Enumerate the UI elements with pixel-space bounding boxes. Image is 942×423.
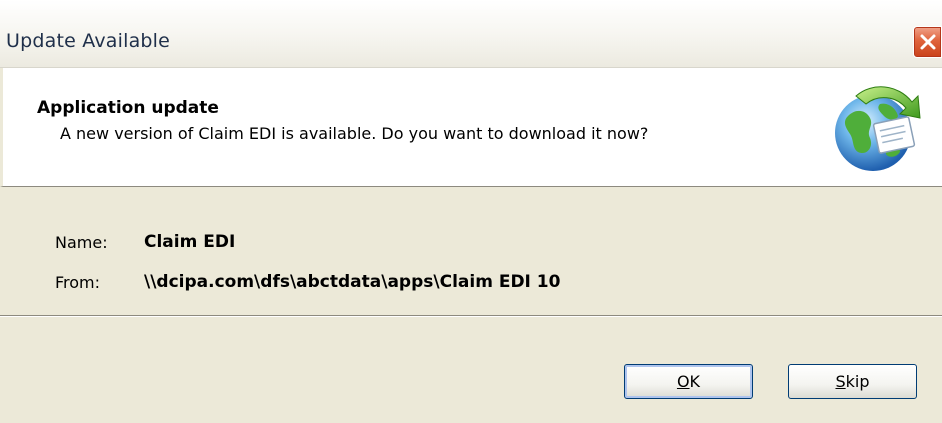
header-title: Application update	[37, 98, 219, 118]
ok-button[interactable]: OK	[624, 364, 753, 399]
name-value: Claim EDI	[144, 232, 236, 252]
close-button[interactable]	[913, 26, 942, 58]
skip-button[interactable]: Skip	[788, 364, 917, 399]
close-icon	[920, 34, 936, 50]
header-description: A new version of Claim EDI is available.…	[60, 124, 649, 143]
ok-mnemonic: O	[676, 372, 690, 391]
name-label: Name:	[55, 233, 108, 252]
skip-mnemonic: S	[835, 372, 846, 391]
update-dialog: Update Available Application update A ne…	[0, 0, 942, 423]
title-bar[interactable]: Update Available	[0, 0, 942, 68]
globe-update-icon	[826, 78, 926, 178]
ok-label-rest: K	[689, 372, 701, 391]
from-label: From:	[55, 273, 101, 292]
from-value: \\dcipa.com\dfs\abctdata\apps\Claim EDI …	[144, 272, 561, 292]
details-panel	[0, 188, 942, 317]
skip-label-rest: kip	[845, 372, 870, 391]
window-title: Update Available	[6, 30, 171, 52]
